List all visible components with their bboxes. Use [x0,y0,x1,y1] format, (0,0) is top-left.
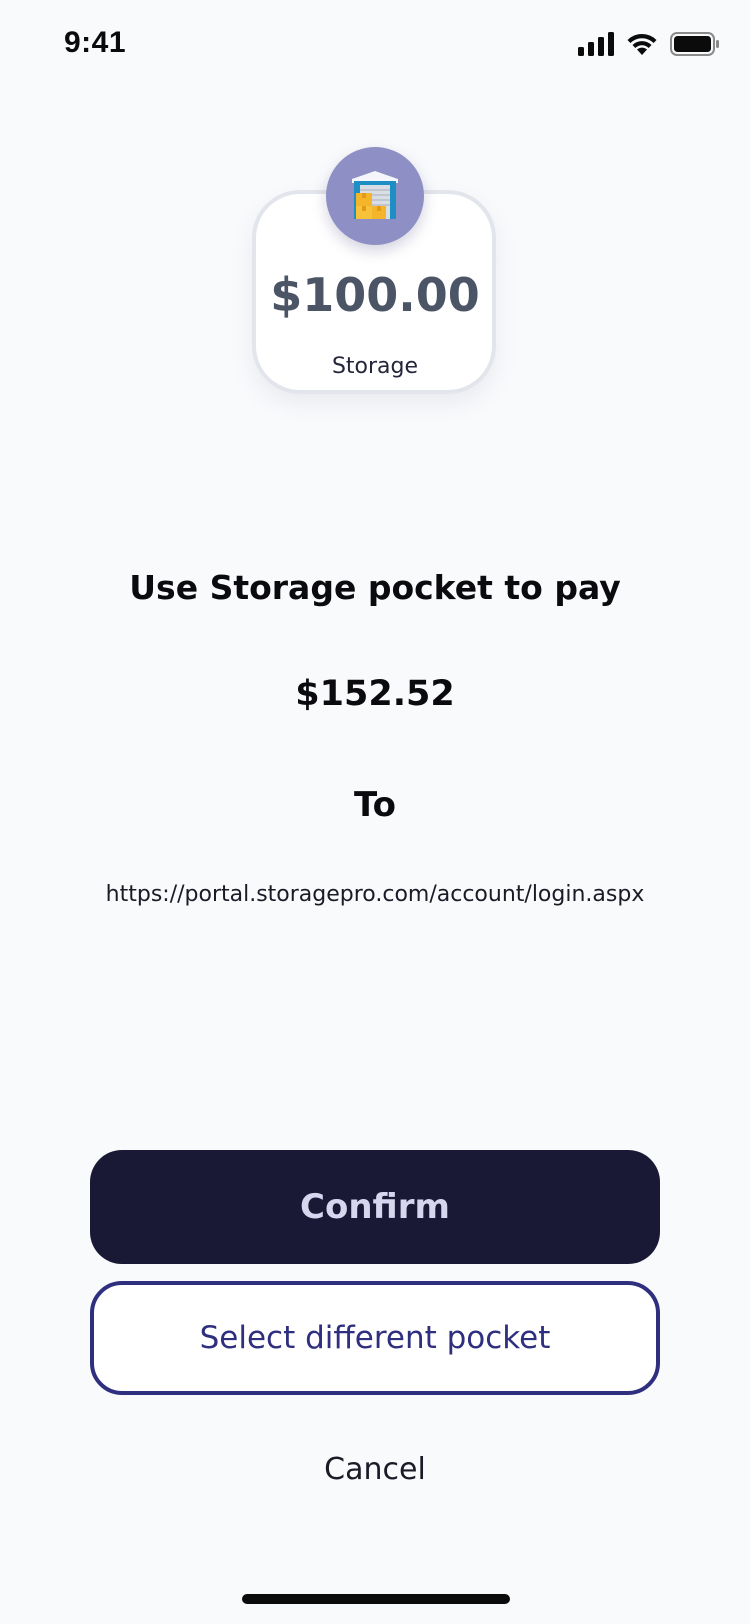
merchant-url: https://portal.storagepro.com/account/lo… [105,882,645,907]
pocket-avatar [326,147,424,245]
confirm-button[interactable]: Confirm [90,1150,660,1264]
select-different-pocket-button[interactable]: Select different pocket [90,1281,660,1395]
pocket-balance: $100.00 [270,268,480,322]
battery-icon [670,32,720,60]
pocket-name: Storage [331,354,419,379]
to-label: To [353,785,397,825]
payment-amount: $152.52 [295,674,455,714]
status-icons [578,32,720,60]
payment-prompt: Use Storage pocket to pay [129,568,621,607]
cancel-button[interactable]: Cancel [0,1452,750,1487]
signal-icon [578,32,614,60]
home-indicator[interactable] [242,1594,510,1604]
status-bar: 9:41 [0,0,750,92]
storage-warehouse-icon [346,165,404,227]
wifi-icon [626,32,658,60]
status-time: 9:41 [64,26,127,59]
